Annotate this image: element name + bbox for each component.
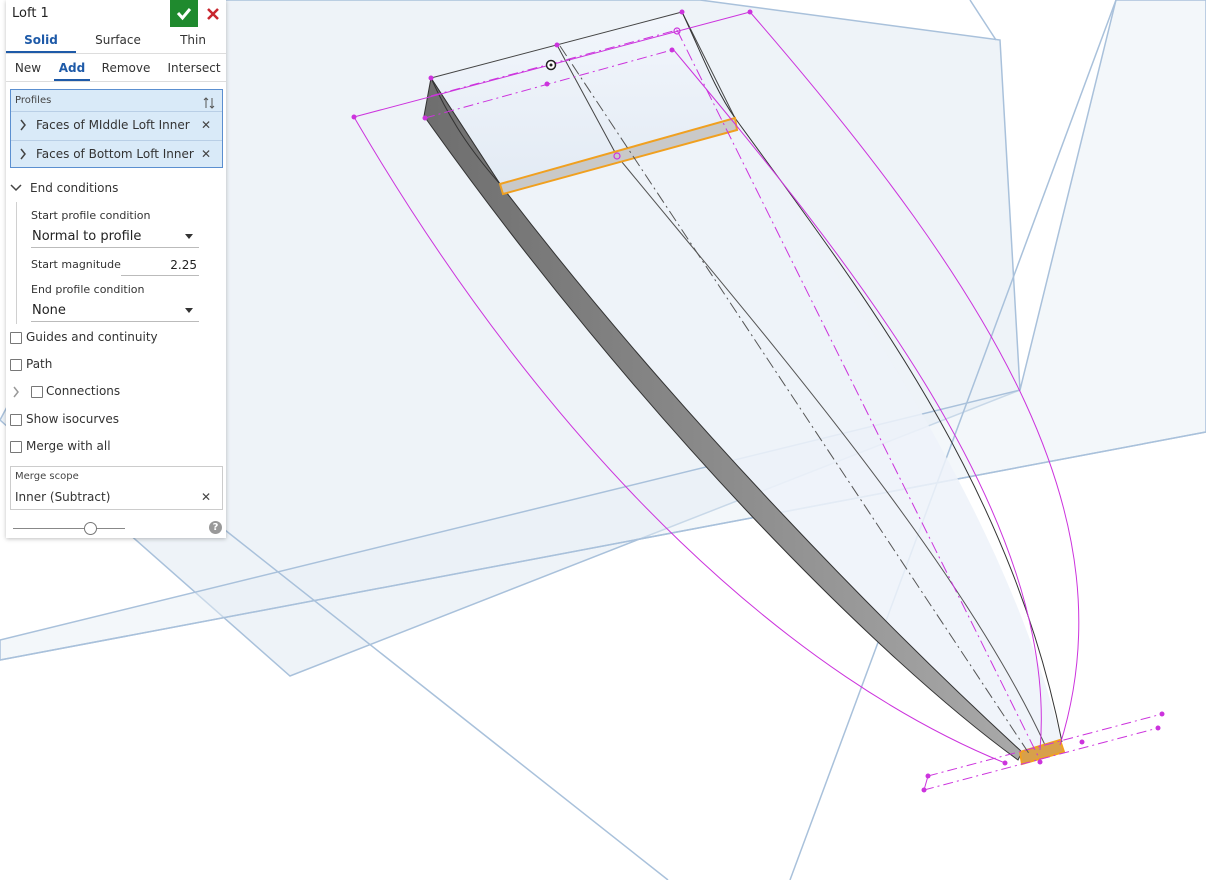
dialog-slider-thumb[interactable]: [84, 522, 97, 535]
close-icon: [207, 8, 219, 20]
end-condition-dropdown[interactable]: None: [31, 301, 199, 322]
section-indent-line: [16, 202, 17, 324]
path-label: Path: [26, 357, 53, 371]
remove-profile-icon[interactable]: ✕: [201, 118, 211, 132]
feature-title[interactable]: Loft 1: [12, 6, 49, 21]
tab-new[interactable]: New: [6, 55, 50, 81]
chevron-down-icon[interactable]: [10, 183, 22, 193]
chevron-right-icon[interactable]: [12, 386, 20, 398]
merge-scope-box[interactable]: Merge scope Inner (Subtract) ✕: [10, 466, 223, 510]
profile-item[interactable]: Faces of MIddle Loft Inner ✕: [11, 111, 222, 139]
path-checkbox[interactable]: [10, 359, 22, 371]
cancel-button[interactable]: [200, 0, 226, 27]
caret-down-icon: [185, 234, 193, 239]
profiles-label: Profiles: [15, 95, 52, 106]
merge-scope-value: Inner (Subtract): [15, 490, 111, 504]
help-icon[interactable]: ?: [209, 521, 222, 534]
chevron-right-icon[interactable]: [19, 148, 27, 160]
start-condition-dropdown[interactable]: Normal to profile: [31, 227, 199, 248]
tab-add[interactable]: Add: [54, 55, 90, 81]
isocurves-label: Show isocurves: [26, 412, 119, 426]
dialog-titlebar: Loft 1: [6, 0, 226, 27]
accept-button[interactable]: [170, 0, 198, 27]
start-magnitude-label: Start magnitude: [31, 258, 121, 271]
end-conditions-label: End conditions: [30, 181, 119, 195]
tab-thin[interactable]: Thin: [160, 27, 226, 53]
body-type-tabs: Solid Surface Thin: [6, 27, 226, 54]
connections-checkbox[interactable]: [31, 386, 43, 398]
dialog-slider-track[interactable]: [13, 528, 125, 529]
checkmark-icon: [176, 8, 192, 21]
profiles-selection-box[interactable]: Profiles Faces of MIddle Loft Inner ✕ Fa…: [10, 89, 223, 168]
reorder-icon[interactable]: [203, 96, 215, 110]
tab-surface[interactable]: Surface: [80, 27, 156, 53]
start-magnitude-input[interactable]: 2.25: [121, 255, 199, 276]
profile-item-label: Faces of Bottom Loft Inner: [36, 147, 194, 161]
guides-checkbox[interactable]: [10, 332, 22, 344]
loft-feature-dialog: Loft 1 Solid Surface Thin New Add Remove…: [6, 0, 226, 538]
start-condition-value: Normal to profile: [32, 229, 142, 244]
merge-all-label: Merge with all: [26, 439, 111, 453]
isocurves-checkbox[interactable]: [10, 414, 22, 426]
merge-scope-label: Merge scope: [15, 471, 79, 482]
end-condition-label: End profile condition: [31, 283, 145, 296]
start-condition-label: Start profile condition: [31, 209, 151, 222]
start-magnitude-value: 2.25: [170, 258, 197, 272]
operation-tabs: New Add Remove Intersect: [6, 55, 226, 82]
remove-profile-icon[interactable]: ✕: [201, 147, 211, 161]
chevron-right-icon[interactable]: [19, 119, 27, 131]
profile-item-label: Faces of MIddle Loft Inner: [36, 118, 190, 132]
tab-remove[interactable]: Remove: [96, 55, 156, 81]
remove-merge-scope-icon[interactable]: ✕: [201, 490, 211, 504]
merge-all-checkbox[interactable]: [10, 441, 22, 453]
connections-label: Connections: [46, 384, 121, 398]
profile-item[interactable]: Faces of Bottom Loft Inner ✕: [11, 140, 222, 168]
guides-label: Guides and continuity: [26, 330, 158, 344]
tab-intersect[interactable]: Intersect: [162, 55, 226, 81]
caret-down-icon: [185, 308, 193, 313]
end-condition-value: None: [32, 303, 66, 318]
tab-solid[interactable]: Solid: [6, 27, 76, 53]
